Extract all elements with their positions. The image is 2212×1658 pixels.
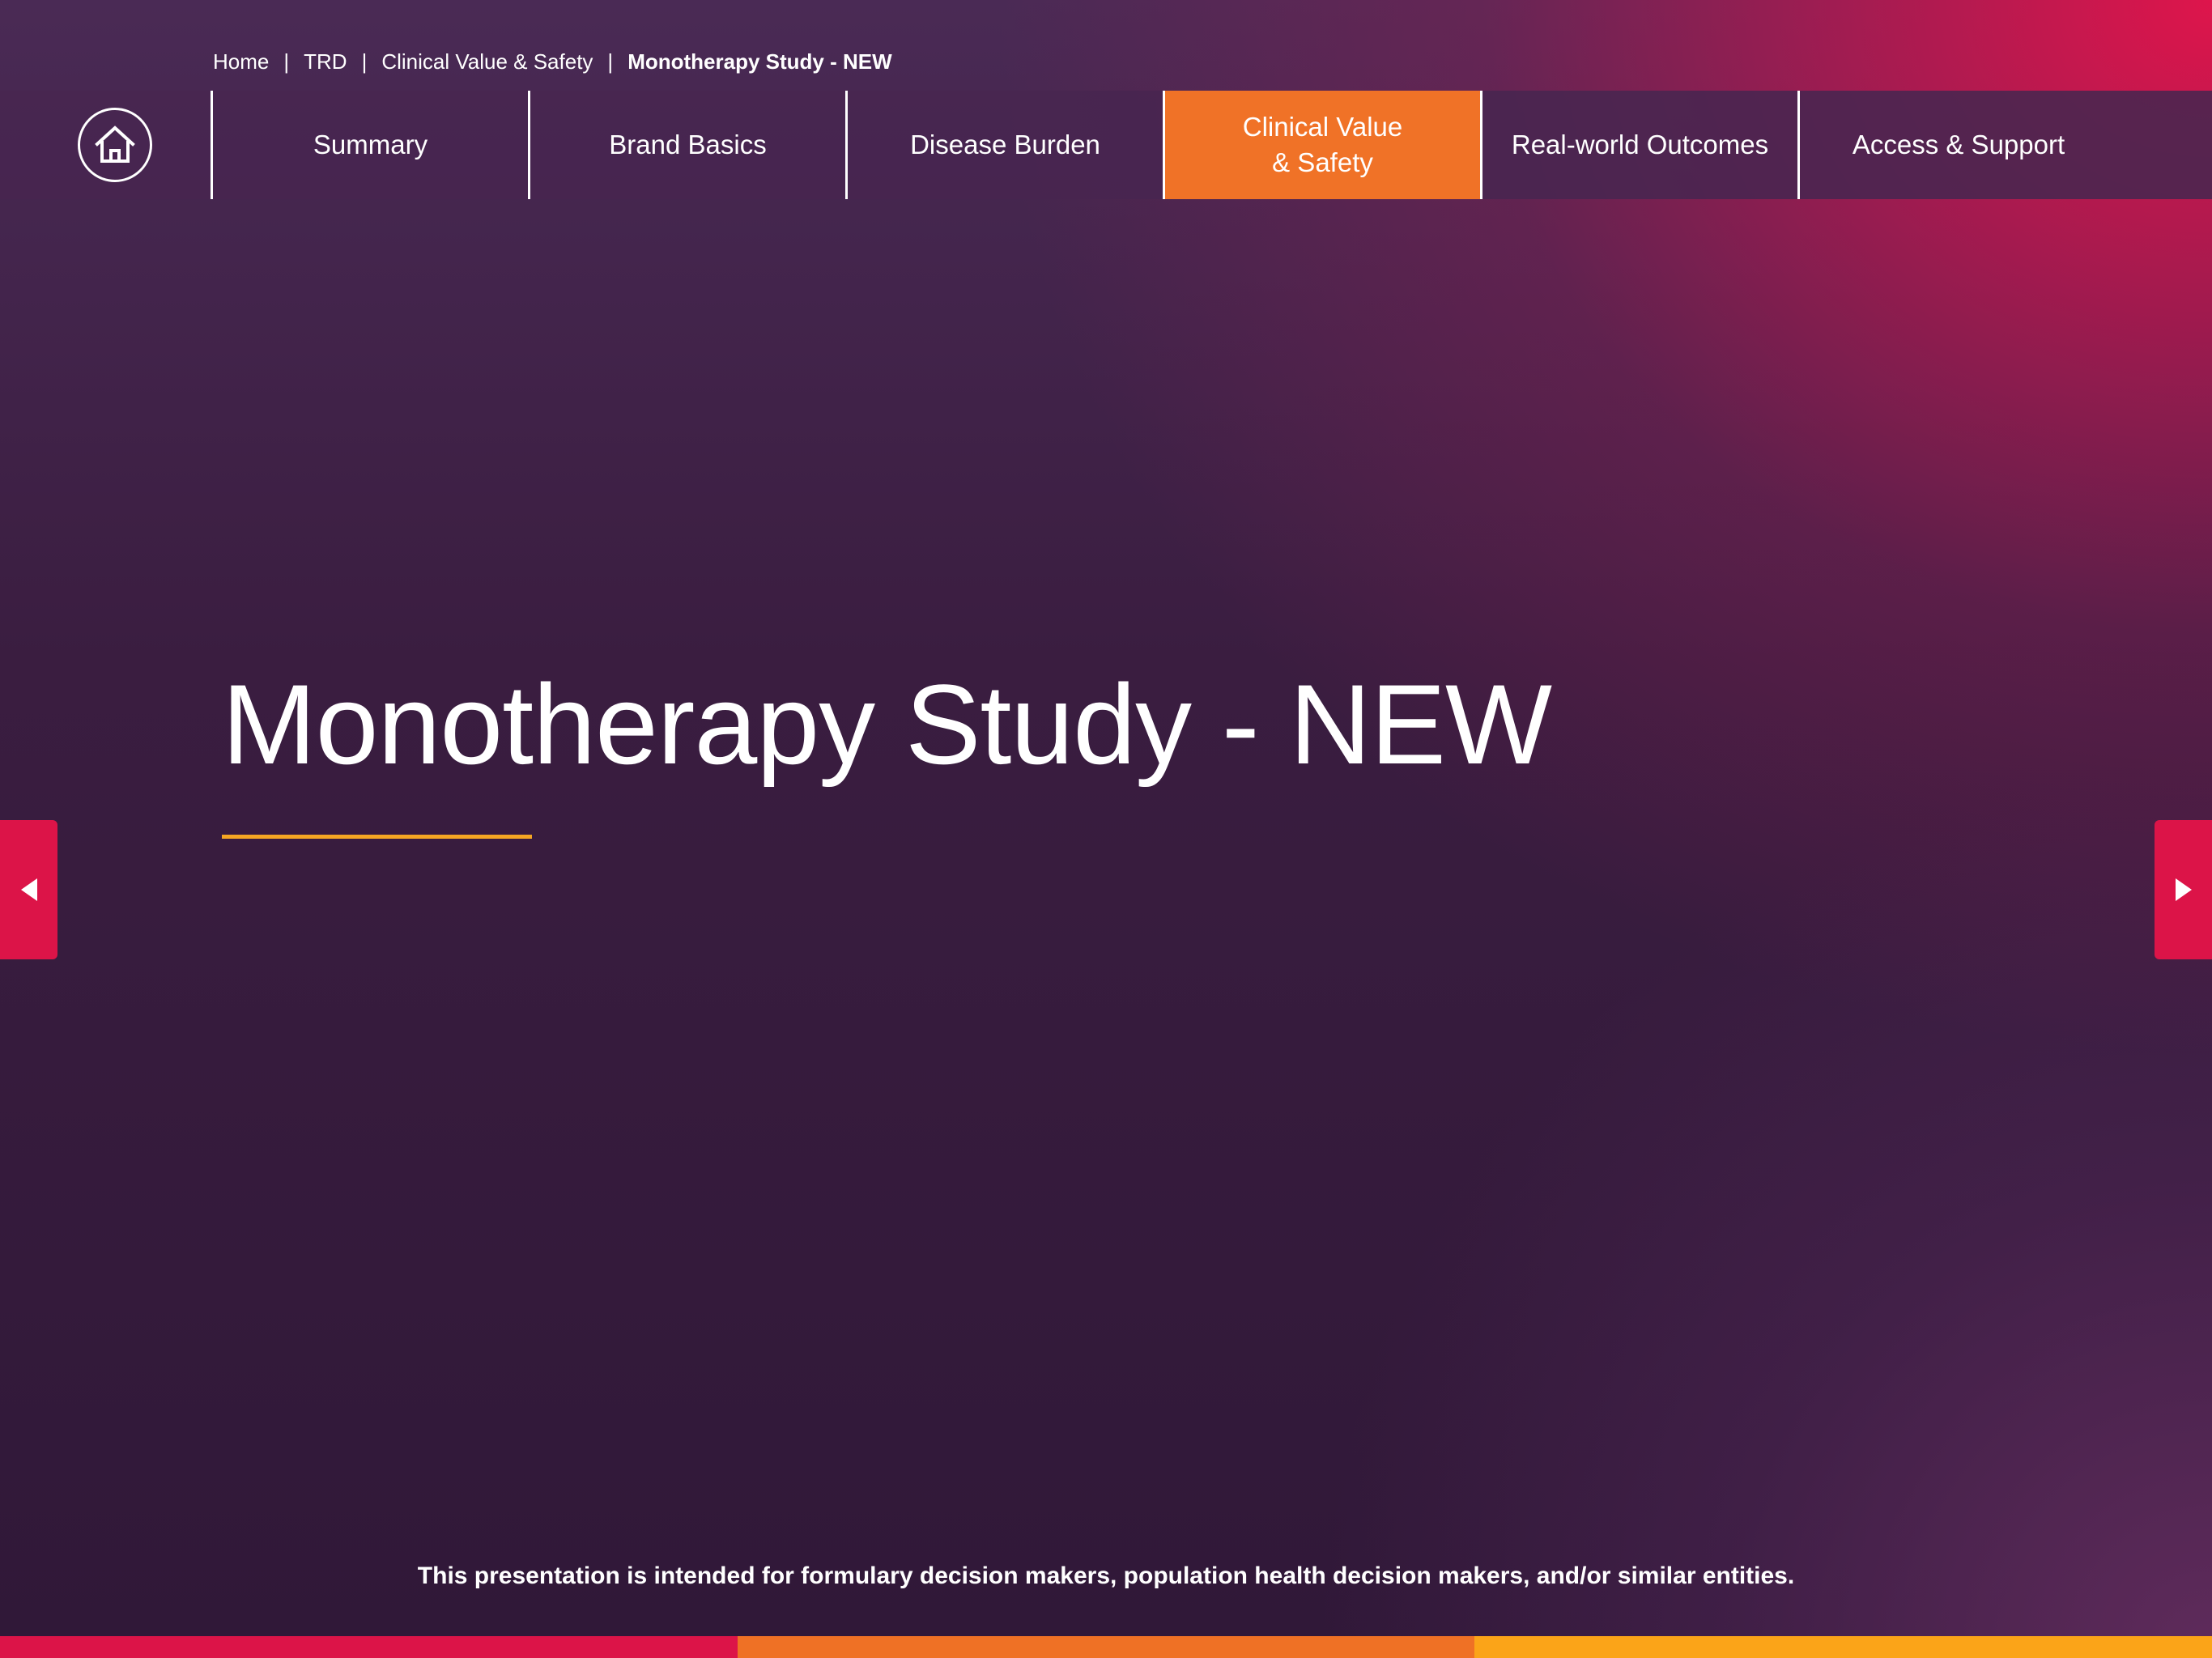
home-nav-cell [0,91,213,199]
title-underline [222,835,532,839]
breadcrumb-separator: | [607,49,614,74]
stripe-segment-orange [737,1636,1475,1658]
nav-tab-access-support[interactable]: Access & Support [1800,91,2117,199]
page-title: Monotherapy Study - NEW [222,661,1552,788]
bottom-color-stripe [0,1636,2212,1658]
breadcrumb-separator: | [361,49,368,74]
previous-slide-button[interactable] [0,820,57,959]
breadcrumb-trd[interactable]: TRD [304,49,347,74]
nav-tab-real-world-outcomes[interactable]: Real-world Outcomes [1482,91,1800,199]
nav-tab-brand-basics[interactable]: Brand Basics [530,91,848,199]
home-icon [95,125,135,163]
nav-tab-disease-burden[interactable]: Disease Burden [848,91,1165,199]
triangle-right-icon [2175,878,2192,901]
stripe-segment-yellow [1474,1636,2212,1658]
triangle-left-icon [20,878,37,901]
breadcrumb-clinical-value-safety[interactable]: Clinical Value & Safety [381,49,593,74]
breadcrumb-home[interactable]: Home [213,49,269,74]
main-nav-bar: Summary Brand Basics Disease Burden Clin… [0,91,2212,199]
stripe-segment-red [0,1636,738,1658]
next-slide-button[interactable] [2155,820,2212,959]
footer-disclaimer: This presentation is intended for formul… [417,1562,1795,1589]
home-button[interactable] [78,108,152,182]
breadcrumb-separator: | [283,49,290,74]
breadcrumb: Home | TRD | Clinical Value & Safety | M… [213,45,892,78]
nav-tab-summary[interactable]: Summary [213,91,530,199]
nav-tab-clinical-value-safety[interactable]: Clinical Value & Safety [1165,91,1482,199]
breadcrumb-current-page: Monotherapy Study - NEW [627,49,892,74]
